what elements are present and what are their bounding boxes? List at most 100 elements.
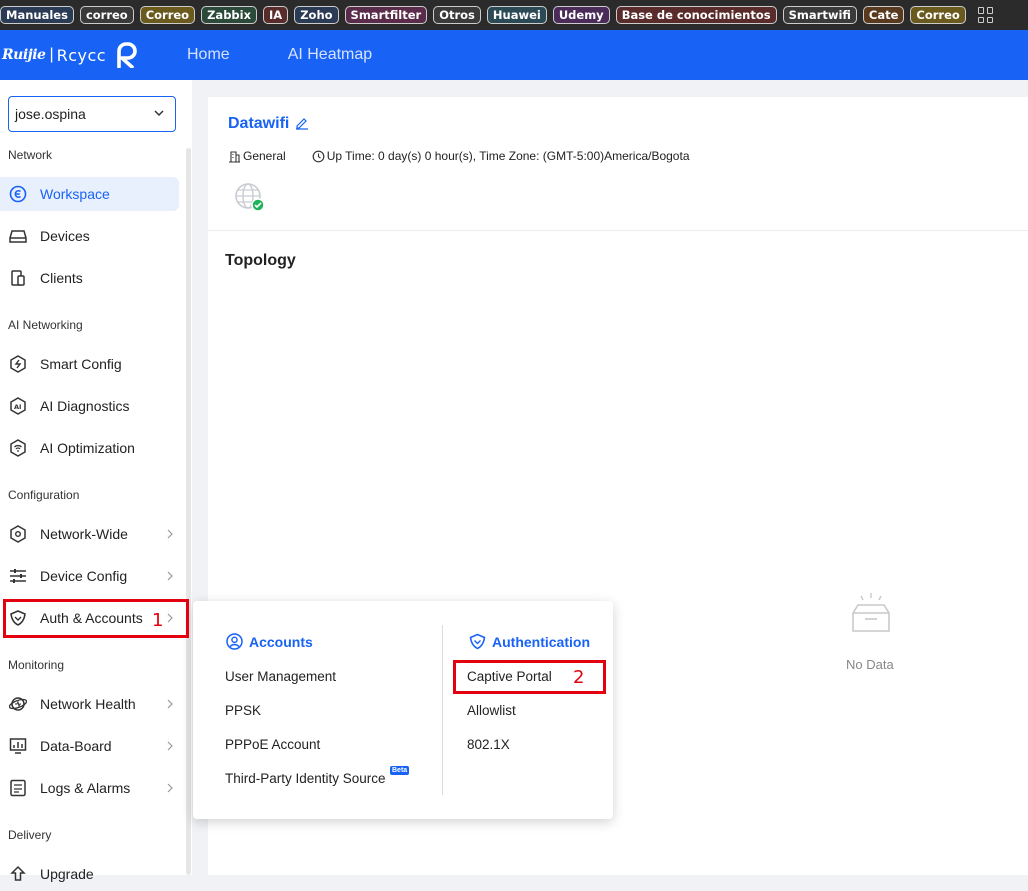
bookmark-item[interactable]: Correo: [910, 6, 966, 24]
chevron-right-icon: [167, 571, 173, 581]
nav-home[interactable]: Home: [187, 46, 230, 64]
scene-tag: General: [228, 149, 286, 163]
bookmark-item[interactable]: Zoho: [294, 6, 339, 24]
logs-alarms-icon: [9, 779, 27, 797]
account-select-value: jose.ospina: [15, 106, 86, 122]
no-data-text: No Data: [846, 657, 894, 672]
sidebar-item-label: AI Optimization: [40, 440, 135, 456]
brand-reyee: Rcycc: [56, 45, 107, 65]
shield-heart-icon: [469, 633, 486, 650]
section-monitoring: Monitoring: [8, 658, 65, 672]
sidebar: jose.ospina Network Workspace Devices Cl…: [0, 80, 192, 882]
nav-ai-heatmap[interactable]: AI Heatmap: [288, 46, 372, 64]
bookmark-item[interactable]: Correo: [139, 6, 196, 24]
sidebar-item-clients[interactable]: Clients: [0, 261, 179, 295]
brand-ruijie: Ruijie: [2, 47, 46, 63]
edit-icon[interactable]: [295, 116, 309, 130]
internet-status-icon: [235, 183, 265, 212]
bookmark-item[interactable]: Cate: [862, 6, 905, 24]
sidebar-item-data-board[interactable]: Data-Board: [0, 729, 179, 763]
column-separator: [442, 625, 443, 795]
network-wide-icon: [9, 525, 27, 543]
menu-item-pppoe-account[interactable]: PPPoE Account: [225, 737, 320, 752]
topology-title: Topology: [225, 252, 296, 269]
section-ai-networking: AI Networking: [8, 318, 83, 332]
authentication-header: Authentication: [469, 633, 590, 650]
sidebar-item-label: Network Health: [40, 696, 136, 712]
clock-icon: [312, 150, 325, 162]
bookmark-item[interactable]: Zabbix: [201, 6, 258, 24]
annotation-label-1: 1: [152, 610, 164, 631]
upgrade-icon: [9, 865, 27, 883]
authentication-title: Authentication: [492, 633, 590, 650]
sidebar-item-label: Network-Wide: [40, 526, 128, 542]
workspace-icon: [9, 185, 27, 203]
menu-item-third-party-identity[interactable]: Third-Party Identity Source: [225, 771, 386, 786]
data-board-icon: [9, 737, 27, 755]
sidebar-item-smart-config[interactable]: Smart Config: [0, 347, 179, 381]
sidebar-item-label: Devices: [40, 228, 90, 244]
bookmark-item[interactable]: Smartwifi: [782, 6, 857, 24]
main-nav: Home AI Heatmap: [187, 30, 372, 80]
menu-item-8021x[interactable]: 802.1X: [467, 737, 510, 752]
scene-label: General: [243, 149, 286, 163]
sidebar-item-label: Clients: [40, 270, 83, 286]
sidebar-item-devices[interactable]: Devices: [0, 219, 179, 253]
sidebar-item-ai-diagnostics[interactable]: AI AI Diagnostics: [0, 389, 179, 423]
site-meta: General Up Time: 0 day(s) 0 hour(s), Tim…: [228, 149, 690, 163]
bookmarks-bar: Manuales correo Correo Zabbix IA Zoho Smartfil…: [0, 0, 1028, 30]
bookmark-item[interactable]: IA: [263, 6, 289, 24]
bookmark-item[interactable]: Base de conocimientos: [615, 6, 777, 24]
bookmark-item[interactable]: Udemy: [552, 6, 610, 24]
account-select[interactable]: jose.ospina: [8, 96, 176, 132]
sidebar-item-network-wide[interactable]: Network-Wide: [0, 517, 179, 551]
sidebar-scrollbar[interactable]: [186, 148, 191, 875]
uptime-info: Up Time: 0 day(s) 0 hour(s), Time Zone: …: [312, 149, 690, 163]
bookmark-item[interactable]: Smartfilter: [344, 6, 428, 24]
empty-box-icon: [852, 593, 890, 632]
accounts-header: Accounts: [226, 633, 313, 650]
divider: [208, 230, 1028, 231]
user-circle-icon: [226, 633, 243, 650]
ai-diagnostics-icon: AI: [9, 397, 27, 415]
ai-optimization-icon: [9, 439, 27, 457]
bookmark-item[interactable]: Manuales: [0, 6, 74, 24]
building-icon: [229, 150, 240, 163]
chevron-down-icon: [154, 110, 164, 117]
devices-icon: [9, 227, 27, 245]
sidebar-item-ai-optimization[interactable]: AI Optimization: [0, 431, 179, 465]
sidebar-item-label: Logs & Alarms: [40, 780, 131, 796]
sidebar-item-network-health[interactable]: Network Health: [0, 687, 179, 721]
section-delivery: Delivery: [8, 828, 52, 842]
section-configuration: Configuration: [8, 488, 80, 502]
sidebar-item-upgrade[interactable]: Upgrade: [0, 857, 179, 891]
top-nav-bar: Ruijie | Rcycc Home AI Heatmap: [0, 30, 1028, 80]
brand-logo[interactable]: Ruijie | Rcycc: [2, 42, 140, 68]
section-network: Network: [8, 148, 53, 162]
sidebar-item-logs-alarms[interactable]: Logs & Alarms: [0, 771, 179, 805]
uptime-text: Up Time: 0 day(s) 0 hour(s), Time Zone: …: [326, 149, 690, 163]
beta-badge: Beta: [390, 766, 410, 775]
annotation-label-2: 2: [573, 667, 585, 688]
menu-item-user-management[interactable]: User Management: [225, 669, 336, 684]
reyee-logo-icon: [117, 42, 137, 68]
sidebar-item-workspace[interactable]: Workspace: [0, 177, 179, 211]
sidebar-item-label: Device Config: [40, 568, 128, 584]
sidebar-item-device-config[interactable]: Device Config: [0, 559, 179, 593]
menu-item-allowlist[interactable]: Allowlist: [467, 703, 516, 718]
sidebar-item-label: Workspace: [40, 186, 110, 202]
sidebar-item-label: AI Diagnostics: [40, 398, 130, 414]
site-name: Datawifi: [228, 115, 290, 132]
network-health-icon: [9, 695, 27, 713]
chevron-right-icon: [167, 783, 173, 793]
bookmark-item[interactable]: correo: [79, 6, 134, 24]
menu-item-ppsk[interactable]: PPSK: [225, 703, 261, 718]
apps-grid-icon[interactable]: [977, 7, 994, 23]
chevron-right-icon: [167, 699, 173, 709]
accounts-title: Accounts: [249, 633, 313, 650]
clients-icon: [9, 269, 27, 287]
bookmark-item[interactable]: Huawei: [486, 6, 547, 24]
bookmark-item[interactable]: Otros: [433, 6, 481, 24]
device-config-icon: [9, 567, 27, 585]
sidebar-item-label: Data-Board: [40, 738, 112, 754]
